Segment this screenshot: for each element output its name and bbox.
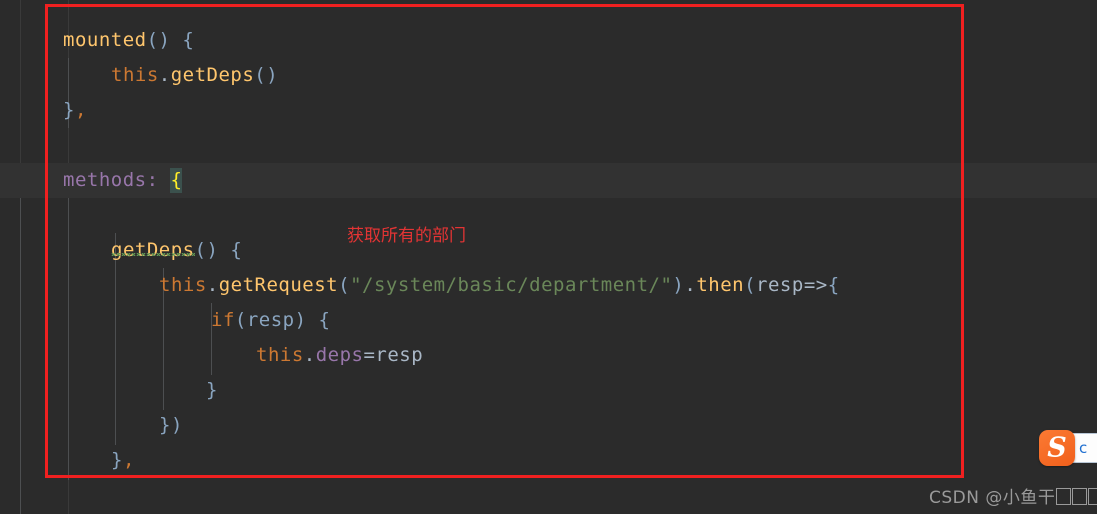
csdn-watermark: CSDN @小鱼干 <box>929 483 1097 508</box>
token-parens: () <box>254 64 279 86</box>
token-method: getDeps <box>170 64 255 86</box>
watermark-author: 小鱼干 <box>1002 488 1056 508</box>
code-line-9[interactable]: this.deps=resp <box>256 338 423 373</box>
token-dot: . <box>206 274 219 296</box>
token-key: methods <box>63 169 147 191</box>
token-paren-open: ( <box>338 274 351 296</box>
token-method: getRequest <box>218 274 339 296</box>
token-close-callback: }) <box>159 414 183 436</box>
code-editor[interactable]: mounted() { this.getDeps() }, methods: {… <box>0 0 1097 514</box>
token-colon: : <box>146 169 159 191</box>
token-identifier: mounted <box>63 29 147 51</box>
code-line-1[interactable]: this.getDeps() <box>111 58 278 93</box>
token-brace: } <box>111 449 123 471</box>
token-param: resp <box>756 274 804 296</box>
token-paren-open: ( <box>744 274 757 296</box>
token-dot: . <box>303 344 316 366</box>
token-brace: } <box>63 99 75 121</box>
ime-mode-label: c <box>1079 439 1088 457</box>
token-assignment: =resp <box>363 344 424 366</box>
code-line-11[interactable]: }) <box>159 408 183 443</box>
sogou-logo-letter: S <box>1047 432 1067 464</box>
token-punct: () <box>146 29 171 51</box>
token-paren-close: ) <box>672 274 685 296</box>
token-dot: . <box>158 64 171 86</box>
watermark-prefix: CSDN @ <box>929 488 1003 508</box>
code-line-10[interactable]: } <box>206 373 218 408</box>
token-brace: { <box>318 309 331 331</box>
indent-guide <box>68 198 69 480</box>
annotation-comment-text: 获取所有的部门 <box>347 226 466 246</box>
token-arrow: => <box>803 274 828 296</box>
token-then: then <box>696 274 745 296</box>
sogou-ime-widget[interactable]: S c <box>1039 428 1097 468</box>
token-keyword-if: if <box>211 309 235 331</box>
token-brace: { <box>182 29 195 51</box>
token-comma: , <box>74 99 87 121</box>
code-line-4[interactable]: methods: { <box>63 163 183 198</box>
token-brace: { <box>827 274 840 296</box>
code-line-0[interactable]: mounted() { <box>63 23 194 58</box>
sogou-logo-icon[interactable]: S <box>1039 430 1075 466</box>
token-condition: (resp) <box>234 309 307 331</box>
watermark-unrendered-glyphs <box>1055 488 1097 508</box>
code-line-2[interactable]: }, <box>63 93 87 128</box>
token-this: this <box>256 344 304 366</box>
token-this: this <box>159 274 207 296</box>
token-this: this <box>111 64 159 86</box>
token-property: deps <box>315 344 364 366</box>
indent-guide <box>20 198 21 514</box>
token-brace: } <box>206 379 218 401</box>
code-line-12[interactable]: }, <box>111 443 135 478</box>
token-string-url: "/system/basic/department/" <box>350 274 673 296</box>
code-line-6[interactable]: getDeps() { <box>111 233 242 268</box>
token-method-warning: getDeps <box>111 239 195 261</box>
matched-brace-highlight: { <box>170 168 183 193</box>
code-line-7[interactable]: this.getRequest("/system/basic/departmen… <box>159 268 840 303</box>
screenshot-root: mounted() { this.getDeps() }, methods: {… <box>0 0 1097 514</box>
token-dot: . <box>684 274 697 296</box>
code-line-8[interactable]: if(resp) { <box>211 303 330 338</box>
token-parens: () <box>194 239 219 261</box>
token-brace: { <box>230 239 243 261</box>
token-comma: , <box>122 449 135 471</box>
